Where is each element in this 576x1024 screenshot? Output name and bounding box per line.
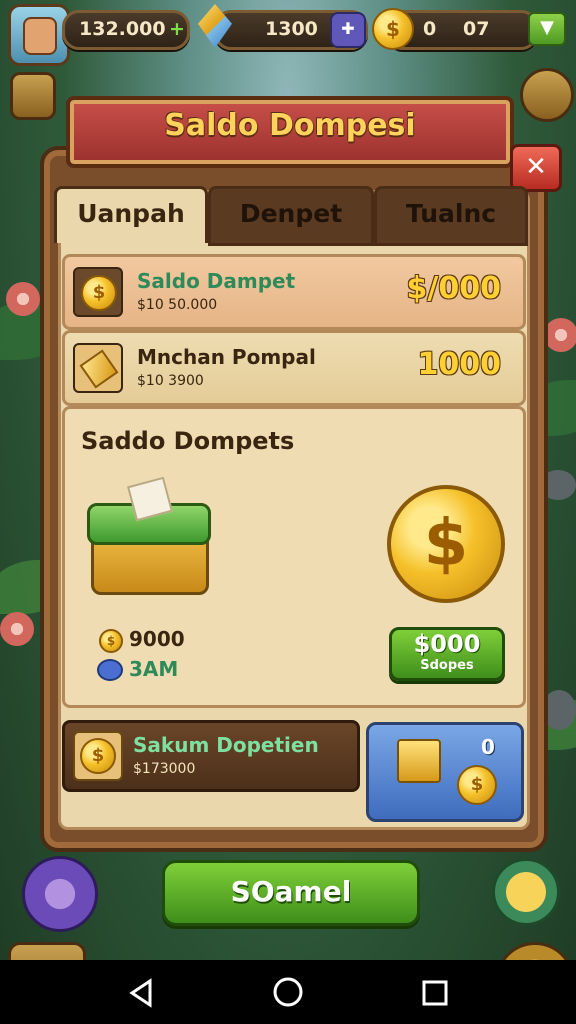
recents-icon[interactable] bbox=[420, 978, 450, 1008]
coins-shop-icon[interactable] bbox=[492, 858, 560, 926]
flower-decoration bbox=[6, 282, 40, 316]
tab-denpet[interactable]: Denpet bbox=[208, 186, 374, 246]
gem-stat: 3AM bbox=[129, 657, 179, 681]
row-value: $/000 bbox=[406, 271, 501, 306]
flower-decoration bbox=[0, 612, 34, 646]
row-title: Saldo Dampet bbox=[137, 269, 296, 293]
system-nav-bar bbox=[0, 960, 576, 1024]
gold-bar-icon bbox=[73, 343, 123, 393]
detail-heading: Saddo Dompets bbox=[81, 427, 295, 455]
secondary-row[interactable]: Mnchan Pompal $10 3900 1000 bbox=[62, 330, 526, 406]
withdraw-label: Sdopes bbox=[420, 658, 474, 673]
row-subtitle: $10 3900 bbox=[137, 373, 204, 389]
coin-row-icon: $ bbox=[73, 267, 123, 317]
coin-stack-icon: $ bbox=[457, 765, 497, 805]
withdraw-value: $000 bbox=[413, 630, 481, 658]
account-subtitle: $173000 bbox=[133, 761, 196, 777]
treasure-card[interactable]: 0 $ bbox=[366, 722, 524, 822]
currency-2-value: 1300 bbox=[265, 18, 318, 40]
coin-stat: 9000 bbox=[129, 627, 185, 651]
avatar-face-icon bbox=[23, 17, 57, 55]
close-button[interactable]: ✕ bbox=[510, 144, 562, 192]
tab-uanpah[interactable]: Uanpah bbox=[54, 186, 208, 243]
main-action-button[interactable]: SOamel bbox=[162, 860, 420, 926]
map-icon[interactable] bbox=[10, 72, 56, 120]
back-icon[interactable] bbox=[126, 978, 156, 1008]
player-avatar[interactable] bbox=[8, 4, 70, 66]
row-title: Mnchan Pompal bbox=[137, 345, 316, 369]
row-subtitle: $10 50.000 bbox=[137, 297, 218, 313]
currency-bar-1: 132.000 + bbox=[62, 10, 190, 50]
gem-add-icon[interactable]: ✚ bbox=[330, 12, 366, 48]
home-icon[interactable] bbox=[272, 976, 304, 1008]
big-coin-icon: $ bbox=[387, 485, 505, 603]
coin-icon: $ bbox=[372, 8, 414, 50]
settings-icon[interactable] bbox=[520, 68, 574, 122]
currency-1-plus[interactable]: + bbox=[169, 18, 185, 40]
account-row[interactable]: $ Sakum Dopetien $173000 bbox=[62, 720, 360, 792]
add-coins-button[interactable]: ▼ bbox=[528, 12, 566, 46]
treasure-count: 0 bbox=[481, 735, 495, 759]
small-coin-icon: $ bbox=[99, 629, 123, 653]
balance-row[interactable]: $ Saldo Dampet $10 50.000 $/000 bbox=[62, 254, 526, 330]
currency-3-value-a: 0 bbox=[423, 18, 437, 40]
treasure-chest-icon bbox=[397, 739, 441, 783]
withdraw-button[interactable]: $000 Sdopes bbox=[389, 627, 505, 681]
target-icon[interactable] bbox=[22, 856, 98, 932]
currency-3-value-b: 07 bbox=[463, 18, 490, 40]
currency-1-value: 132.000 bbox=[79, 18, 166, 40]
tab-tualnc[interactable]: Tualnc bbox=[374, 186, 528, 246]
title-banner: Saldo Dompesi bbox=[66, 96, 514, 168]
panel-title: Saldo Dompesi bbox=[164, 108, 416, 143]
wallet-chest-icon bbox=[87, 476, 211, 595]
detail-box: Saddo Dompets $ $ 9000 3AM $000 Sdopes bbox=[62, 406, 526, 708]
account-title: Sakum Dopetien bbox=[133, 733, 319, 757]
account-coin-icon: $ bbox=[73, 731, 123, 781]
gem-small-icon bbox=[97, 659, 123, 681]
row-value: 1000 bbox=[417, 347, 502, 382]
flower-decoration bbox=[544, 318, 576, 352]
